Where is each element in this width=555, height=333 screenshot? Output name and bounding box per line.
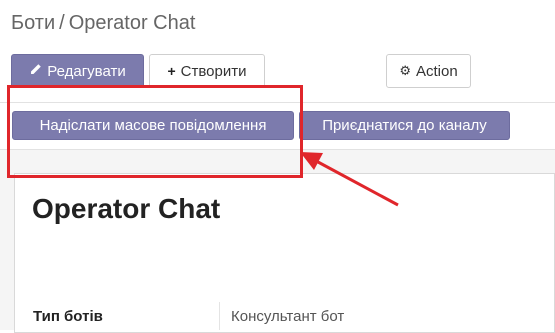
annotation-arrow-icon xyxy=(300,152,399,207)
